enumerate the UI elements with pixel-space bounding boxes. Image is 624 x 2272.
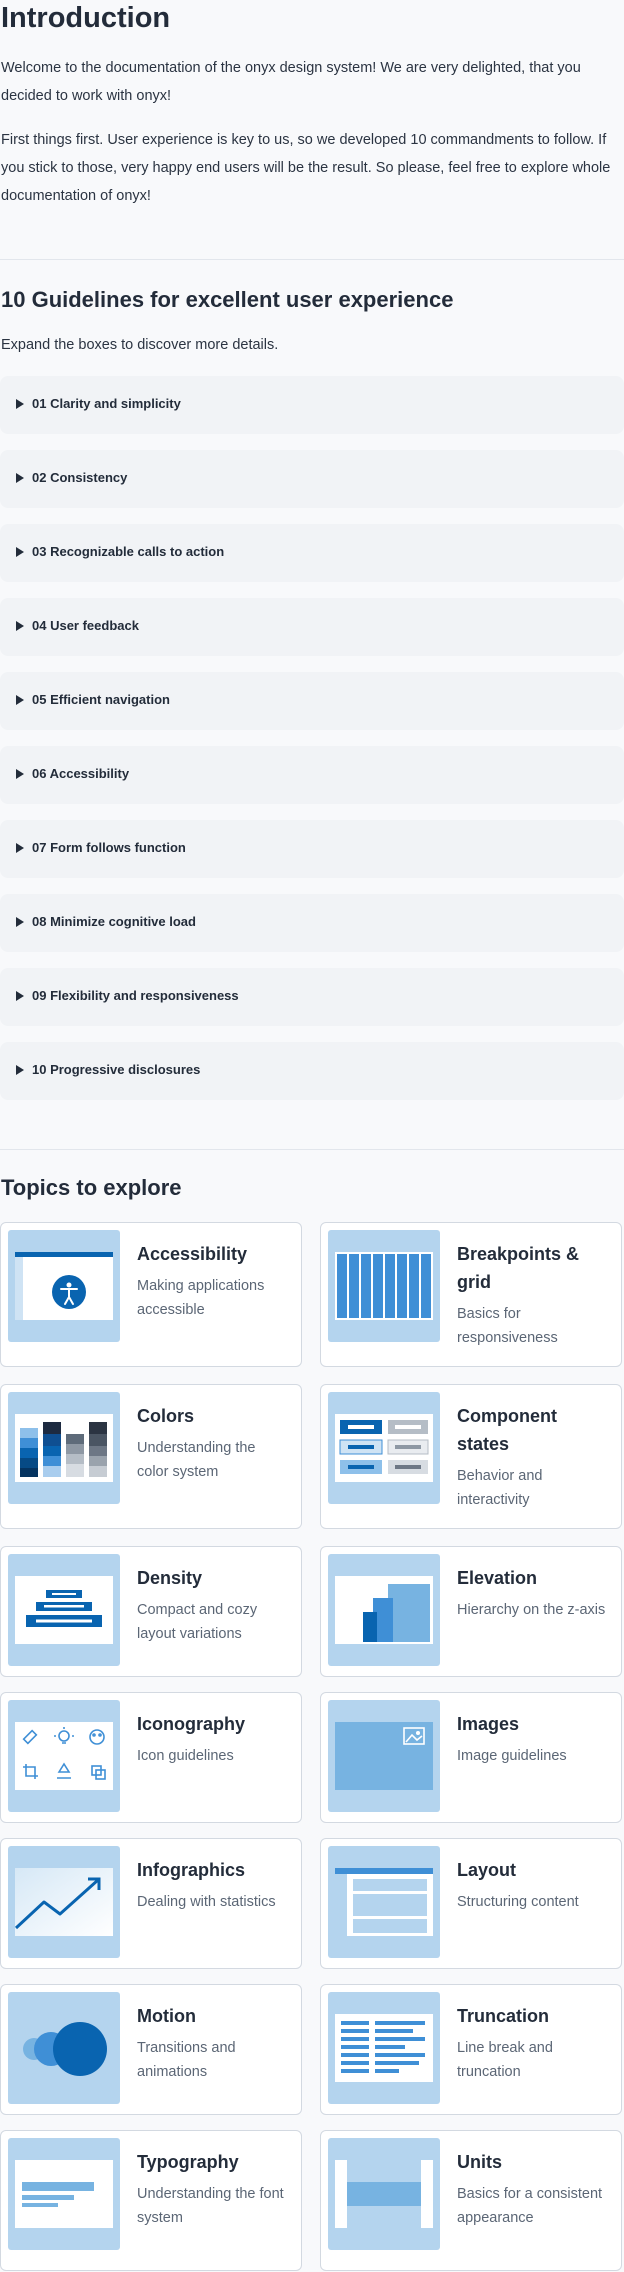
topic-card-description: Line break and truncation xyxy=(457,2040,553,2080)
topic-card-description: Transitions and animations xyxy=(137,2040,236,2080)
density-icon xyxy=(8,1554,120,1666)
guideline-item[interactable]: 02 Consistency xyxy=(0,450,624,508)
accessibility-icon xyxy=(8,1230,120,1342)
guideline-item-label: 04 User feedback xyxy=(32,618,139,633)
topic-card-title: Infographics xyxy=(137,1860,246,1880)
topic-card-title: Truncation xyxy=(457,2006,550,2026)
topic-card-description: Compact and cozy layout variations xyxy=(137,1602,258,1642)
component-states-icon xyxy=(328,1392,440,1504)
guidelines-subtitle: Expand the boxes to discover more detail… xyxy=(1,337,279,353)
guideline-item[interactable]: 04 User feedback xyxy=(0,598,624,656)
expand-triangle-icon xyxy=(16,695,24,705)
intro-paragraph-2: First things first. User experience is k… xyxy=(1,132,611,204)
topic-card-title: Accessibility xyxy=(137,1244,248,1264)
guideline-item-label: 06 Accessibility xyxy=(32,766,130,781)
topic-card-description: Understanding the color system xyxy=(137,1440,256,1480)
guideline-item-label: 07 Form follows function xyxy=(32,840,186,855)
expand-triangle-icon xyxy=(16,547,24,557)
guideline-item[interactable]: 01 Clarity and simplicity xyxy=(0,376,624,434)
topic-card-density[interactable]: Density Compact and cozy layout variatio… xyxy=(0,1546,302,1677)
expand-triangle-icon xyxy=(16,1065,24,1075)
topic-card-title: Elevation xyxy=(457,1568,538,1588)
topic-card-colors[interactable]: Colors Understanding the color system xyxy=(0,1384,302,1529)
guideline-item[interactable]: 10 Progressive disclosures xyxy=(0,1042,624,1100)
topic-card-images[interactable]: Images Image guidelines xyxy=(320,1692,622,1823)
topic-card-motion[interactable]: Motion Transitions and animations xyxy=(0,1984,302,2115)
topic-card-description: Dealing with statistics xyxy=(137,1894,276,1910)
topic-card-layout[interactable]: Layout Structuring content xyxy=(320,1838,622,1969)
topic-card-typography[interactable]: Typography Understanding the font system xyxy=(0,2130,302,2271)
layout-icon xyxy=(328,1846,440,1958)
section-divider xyxy=(0,1149,624,1150)
intro-paragraph-1: Welcome to the documentation of the onyx… xyxy=(1,60,581,104)
topic-card-component-states[interactable]: Component states Behavior and interactiv… xyxy=(320,1384,622,1529)
expand-triangle-icon xyxy=(16,917,24,927)
guideline-item[interactable]: 07 Form follows function xyxy=(0,820,624,878)
topic-card-description: Basics for a consistent appearance xyxy=(457,2186,603,2226)
topic-card-description: Making applications accessible xyxy=(137,1278,265,1318)
topic-card-units[interactable]: Units Basics for a consistent appearance xyxy=(320,2130,622,2271)
elevation-icon xyxy=(328,1554,440,1666)
page-title: Introduction xyxy=(1,2,171,34)
grid-icon xyxy=(328,1230,440,1342)
topic-card-title: Density xyxy=(137,1568,203,1588)
topic-card-description: Structuring content xyxy=(457,1894,579,1910)
topic-card-iconography[interactable]: Iconography Icon guidelines xyxy=(0,1692,302,1823)
guideline-item-label: 08 Minimize cognitive load xyxy=(32,914,196,929)
topics-heading: Topics to explore xyxy=(1,1175,182,1200)
topic-card-description: Behavior and interactivity xyxy=(457,1468,543,1508)
color-palette-icon xyxy=(8,1392,120,1504)
topic-card-description: Hierarchy on the z-axis xyxy=(457,1602,606,1618)
guideline-item-label: 05 Efficient navigation xyxy=(32,692,170,707)
topic-card-accessibility[interactable]: Accessibility Making applications access… xyxy=(0,1222,302,1367)
topic-card-title: Breakpoints & grid xyxy=(457,1244,580,1292)
topic-card-description: Image guidelines xyxy=(457,1748,567,1764)
guideline-item[interactable]: 08 Minimize cognitive load xyxy=(0,894,624,952)
guideline-item[interactable]: 03 Recognizable calls to action xyxy=(0,524,624,582)
expand-triangle-icon xyxy=(16,843,24,853)
guideline-item-label: 02 Consistency xyxy=(32,470,128,485)
guideline-item[interactable]: 06 Accessibility xyxy=(0,746,624,804)
guideline-item-label: 01 Clarity and simplicity xyxy=(32,396,181,411)
topic-card-title: Component states xyxy=(457,1406,557,1454)
section-divider xyxy=(0,259,624,260)
expand-triangle-icon xyxy=(16,621,24,631)
topic-card-title: Typography xyxy=(137,2152,239,2172)
topic-card-truncation[interactable]: Truncation Line break and truncation xyxy=(320,1984,622,2115)
topic-card-infographics[interactable]: Infographics Dealing with statistics xyxy=(0,1838,302,1969)
truncation-icon xyxy=(328,1992,440,2104)
chart-icon xyxy=(8,1846,120,1958)
topic-card-description: Understanding the font system xyxy=(137,2186,284,2226)
expand-triangle-icon xyxy=(16,473,24,483)
guideline-item-label: 03 Recognizable calls to action xyxy=(32,544,225,559)
topic-card-title: Colors xyxy=(137,1406,195,1426)
topic-card-title: Motion xyxy=(137,2006,196,2026)
guideline-item-label: 10 Progressive disclosures xyxy=(32,1062,201,1077)
expand-triangle-icon xyxy=(16,991,24,1001)
guideline-item[interactable]: 09 Flexibility and responsiveness xyxy=(0,968,624,1026)
topic-card-description: Icon guidelines xyxy=(137,1748,234,1764)
topic-card-elevation[interactable]: Elevation Hierarchy on the z-axis xyxy=(320,1546,622,1677)
topic-card-breakpoints-grid[interactable]: Breakpoints & grid Basics for responsive… xyxy=(320,1222,622,1367)
topic-card-title: Iconography xyxy=(137,1714,246,1734)
typography-icon xyxy=(8,2138,120,2250)
icons-icon xyxy=(8,1700,120,1812)
expand-triangle-icon xyxy=(16,399,24,409)
topic-card-title: Layout xyxy=(457,1860,517,1880)
guideline-item[interactable]: 05 Efficient navigation xyxy=(0,672,624,730)
guidelines-heading: 10 Guidelines for excellent user experie… xyxy=(1,287,454,312)
image-icon xyxy=(328,1700,440,1812)
topic-card-title: Images xyxy=(457,1714,520,1734)
topic-card-description: Basics for responsiveness xyxy=(457,1306,558,1346)
motion-icon xyxy=(8,1992,120,2104)
units-icon xyxy=(328,2138,440,2250)
expand-triangle-icon xyxy=(16,769,24,779)
guideline-item-label: 09 Flexibility and responsiveness xyxy=(32,988,239,1003)
topic-card-title: Units xyxy=(457,2152,502,2172)
